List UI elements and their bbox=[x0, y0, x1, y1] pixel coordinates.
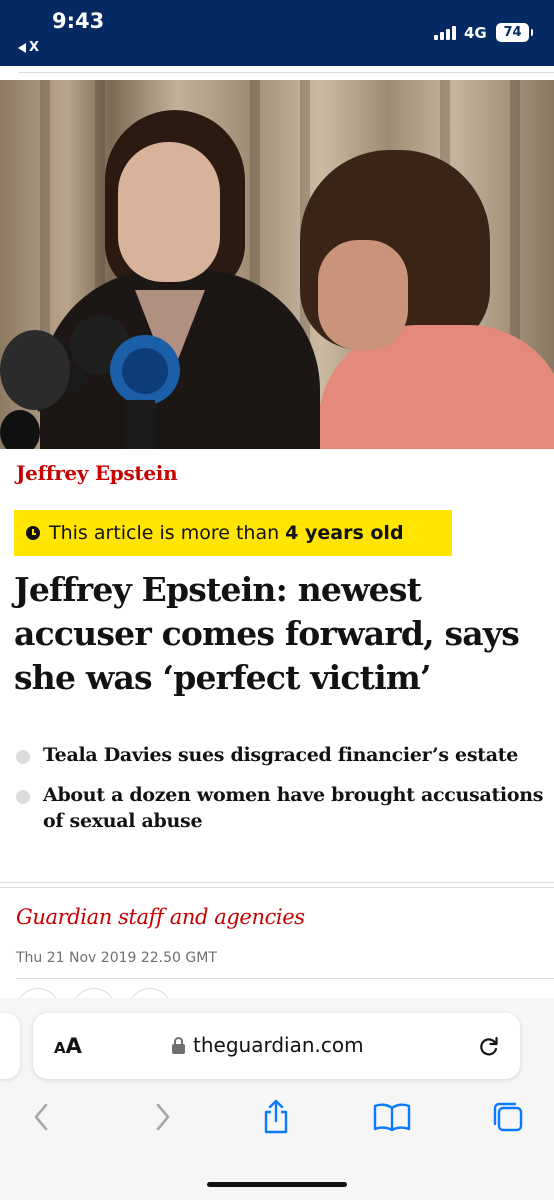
cellular-signal-icon bbox=[434, 25, 456, 40]
url-display[interactable]: theguardian.com bbox=[172, 1033, 364, 1057]
article-age-warning: This article is more than 4 years old bbox=[14, 510, 452, 556]
clock-icon bbox=[26, 526, 40, 540]
age-warning-emphasis: 4 years old bbox=[285, 522, 404, 544]
back-to-app-button[interactable]: X bbox=[18, 40, 39, 55]
bookmarks-icon[interactable] bbox=[372, 1097, 412, 1137]
lock-icon bbox=[172, 1036, 185, 1054]
text-size-small-label: A bbox=[54, 1039, 66, 1057]
back-app-label: X bbox=[29, 40, 40, 55]
series-link[interactable]: Jeffrey Epstein bbox=[16, 461, 178, 485]
battery-icon: 74 bbox=[496, 23, 533, 42]
network-type: 4G bbox=[464, 24, 487, 42]
url-text: theguardian.com bbox=[193, 1033, 364, 1057]
back-icon[interactable] bbox=[22, 1097, 62, 1137]
share-icon[interactable] bbox=[256, 1097, 296, 1137]
byline[interactable]: Guardian staff and agencies bbox=[16, 905, 305, 929]
forward-icon[interactable] bbox=[142, 1097, 182, 1137]
status-bar: 9:43 X 4G 74 bbox=[0, 0, 554, 66]
battery-level: 74 bbox=[503, 25, 522, 40]
previous-tab-preview[interactable] bbox=[0, 1013, 20, 1079]
status-time: 9:43 bbox=[52, 9, 105, 33]
article-main-image: i bbox=[0, 80, 554, 449]
standfirst-item: About a dozen women have brought accusat… bbox=[16, 782, 546, 834]
text-size-button[interactable]: AA bbox=[54, 1034, 82, 1058]
divider bbox=[16, 978, 554, 979]
article-headline: Jeffrey Epstein: newest accuser comes fo… bbox=[14, 570, 520, 697]
age-warning-prefix: This article is more than bbox=[49, 522, 280, 544]
back-triangle-icon bbox=[18, 42, 26, 53]
standfirst-list: Teala Davies sues disgraced financier’s … bbox=[16, 742, 546, 848]
divider bbox=[18, 72, 554, 73]
divider bbox=[0, 882, 554, 888]
standfirst-item: Teala Davies sues disgraced financier’s … bbox=[16, 742, 546, 768]
home-indicator[interactable] bbox=[207, 1182, 347, 1187]
dateline[interactable]: Thu 21 Nov 2019 22.50 GMT bbox=[16, 950, 217, 966]
text-size-large-label: A bbox=[65, 1034, 82, 1058]
tabs-icon[interactable] bbox=[488, 1097, 528, 1137]
reload-icon[interactable] bbox=[477, 1034, 501, 1058]
